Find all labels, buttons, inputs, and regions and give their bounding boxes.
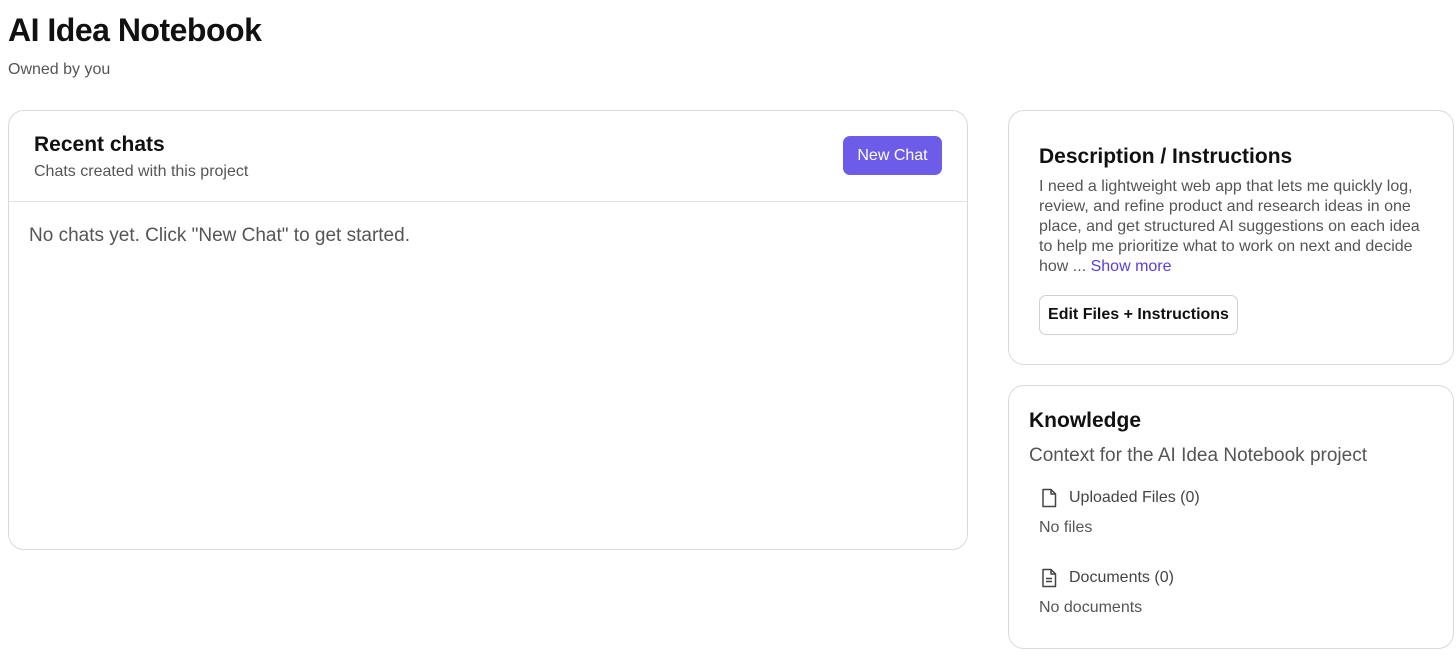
no-documents-message: No documents xyxy=(1039,599,1143,616)
description-text: I need a lightweight web app that lets m… xyxy=(1039,177,1431,277)
document-icon xyxy=(1039,568,1059,588)
recent-chats-title: Recent chats xyxy=(34,133,165,156)
page-title: AI Idea Notebook xyxy=(8,12,262,48)
documents-section: Documents (0) xyxy=(1039,567,1174,589)
knowledge-title: Knowledge xyxy=(1029,409,1142,432)
documents-label: Documents (0) xyxy=(1069,569,1174,586)
empty-chats-message: No chats yet. Click "New Chat" to get st… xyxy=(29,225,410,246)
knowledge-card: Knowledge Context for the AI Idea Notebo… xyxy=(1008,385,1454,649)
no-files-message: No files xyxy=(1039,519,1093,536)
uploaded-files-label: Uploaded Files (0) xyxy=(1069,489,1200,506)
show-more-link[interactable]: Show more xyxy=(1091,258,1172,275)
description-card: Description / Instructions I need a ligh… xyxy=(1008,110,1454,365)
knowledge-subtitle: Context for the AI Idea Notebook project xyxy=(1029,445,1367,466)
uploaded-files-section: Uploaded Files (0) xyxy=(1039,487,1200,509)
recent-chats-header: Recent chats Chats created with this pro… xyxy=(9,111,967,202)
new-chat-button[interactable]: New Chat xyxy=(843,136,942,175)
file-icon xyxy=(1039,488,1059,508)
project-page: AI Idea Notebook Owned by you Recent cha… xyxy=(0,0,1456,657)
recent-chats-card: Recent chats Chats created with this pro… xyxy=(8,110,968,550)
owner-label: Owned by you xyxy=(8,61,111,78)
edit-files-instructions-button[interactable]: Edit Files + Instructions xyxy=(1039,295,1238,335)
description-title: Description / Instructions xyxy=(1039,145,1293,168)
recent-chats-subtitle: Chats created with this project xyxy=(34,163,249,180)
